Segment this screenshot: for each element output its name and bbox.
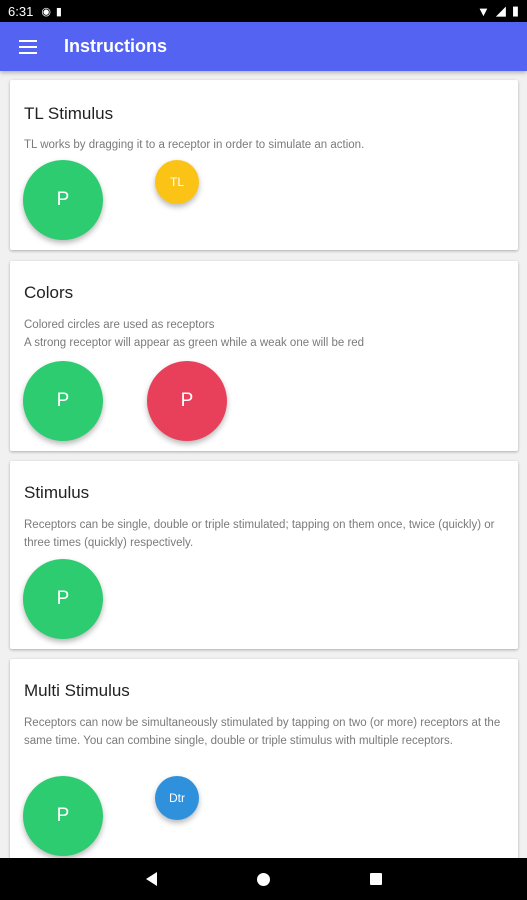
card-colors: Colors Colored circles are used as recep… [10,261,518,451]
receptor-circle-green[interactable]: P [23,776,103,856]
card-description: TL works by dragging it to a receptor in… [24,139,365,151]
recents-icon [369,873,382,885]
receptor-circle-green[interactable]: P [23,160,103,240]
receptor-circle-green[interactable]: P [23,559,103,639]
sd-card-icon: ▮ [55,5,62,18]
battery-icon: ▮ [511,3,519,18]
instructions-list[interactable]: TL Stimulus TL works by dragging it to a… [0,71,527,858]
card-title: Stimulus [24,483,90,502]
card-description: Receptors can now be simultaneously stim… [24,717,501,747]
notification-icon: ◉ [41,5,51,18]
app-bar: Instructions [0,22,527,71]
receptor-circle-red[interactable]: P [147,361,227,441]
card-title: TL Stimulus [24,104,114,123]
card-title: Colors [24,283,74,302]
card-title: Multi Stimulus [24,681,130,700]
hamburger-menu-icon[interactable] [0,22,56,71]
status-bar: 6:31 ◉ ▮ ▼ ◢ ▮ [0,0,527,22]
receptor-circle-green[interactable]: P [23,361,103,441]
system-nav-bar [0,858,527,900]
card-tl-stimulus: TL Stimulus TL works by dragging it to a… [10,80,518,250]
card-stimulus: Stimulus Receptors can be single, double… [10,461,518,649]
back-button[interactable] [96,858,208,900]
page-title: Instructions [64,36,168,56]
recents-button[interactable] [320,858,432,900]
home-icon [257,872,270,886]
signal-icon: ◢ [495,3,506,18]
card-description: Colored circles are used as receptors A … [24,316,504,352]
back-icon [146,872,157,886]
description-line: Colored circles are used as receptors [24,319,215,331]
status-time: 6:31 [8,3,34,19]
description-line: A strong receptor will appear as green w… [24,337,365,349]
card-multi-stimulus: Multi Stimulus Receptors can now be simu… [10,659,518,858]
card-description: Receptors can be single, double or tripl… [24,519,495,549]
wifi-icon: ▼ [476,3,490,19]
dtr-stimulus-circle[interactable]: Dtr [155,776,199,820]
home-button[interactable] [208,858,320,900]
tl-stimulus-circle[interactable]: TL [155,160,199,204]
